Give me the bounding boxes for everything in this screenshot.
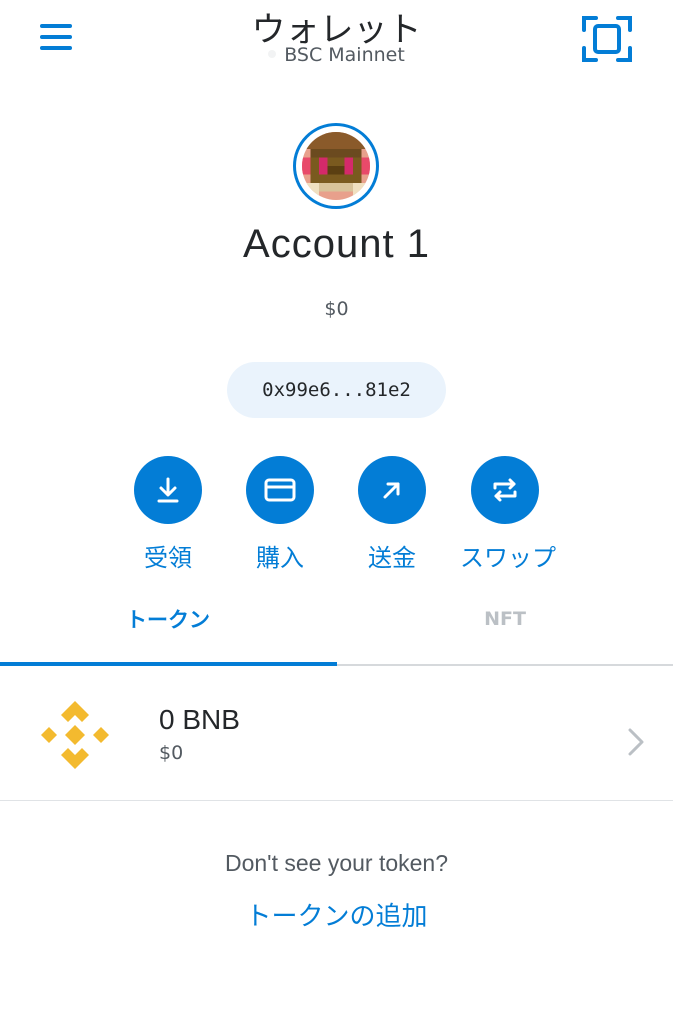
chevron-right-icon[interactable] [620, 722, 650, 762]
buy-button[interactable]: 購入 [235, 456, 325, 573]
download-icon [157, 477, 179, 503]
scan-button[interactable] [578, 12, 636, 66]
account-balance: $0 [324, 298, 349, 320]
list-divider [0, 800, 673, 801]
arrow-up-right-icon [383, 482, 400, 499]
missing-token-prompt: Don't see your token? [224, 850, 449, 876]
card-icon [264, 478, 296, 502]
receive-button-circle[interactable] [134, 456, 202, 524]
buy-button-circle[interactable] [246, 456, 314, 524]
account-address-pill[interactable]: 0x99e6...81e2 [227, 362, 446, 418]
swap-label: スワップ [460, 544, 556, 572]
qr-scan-icon [582, 16, 632, 62]
token-fiat-value: $0 [159, 742, 184, 764]
send-button-circle[interactable] [358, 456, 426, 524]
tab-tokens[interactable]: トークン [0, 604, 336, 634]
receive-button[interactable]: 受領 [123, 456, 213, 573]
buy-label: 購入 [256, 544, 304, 572]
add-token-link[interactable]: トークンの追加 [0, 896, 673, 933]
swap-icon [493, 478, 517, 502]
active-tab-indicator [0, 662, 337, 666]
network-status-dot [268, 49, 277, 58]
identicon-icon [302, 132, 370, 200]
account-name[interactable]: Account 1 [0, 222, 673, 267]
avatar[interactable] [302, 132, 370, 200]
send-label: 送金 [368, 544, 416, 572]
network-name: BSC Mainnet [284, 44, 405, 66]
send-button[interactable]: 送金 [347, 456, 437, 573]
token-amount: 0 BNB [159, 704, 240, 735]
swap-button[interactable]: スワップ [460, 456, 556, 573]
swap-button-circle[interactable] [471, 456, 539, 524]
bnb-logo-icon [27, 687, 123, 783]
receive-label: 受領 [144, 544, 192, 572]
network-indicator[interactable]: BSC Mainnet [0, 44, 673, 66]
tab-nft[interactable]: NFT [337, 608, 673, 630]
